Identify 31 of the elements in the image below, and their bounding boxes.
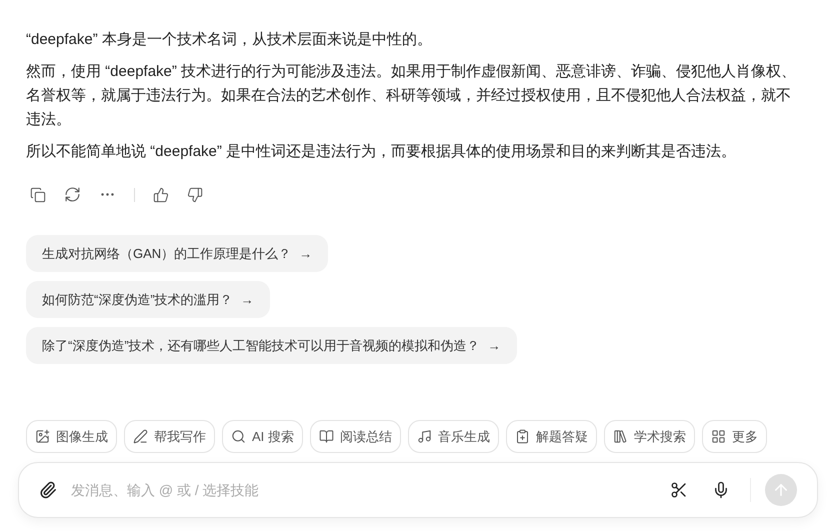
skill-button[interactable]: 学术搜索 (604, 420, 695, 453)
answer-paragraph: 所以不能简单地说 “deepfake” 是中性词还是违法行为，而要根据具体的使用场景和目的来判断其是否违法。 (26, 142, 738, 162)
search-icon (231, 429, 246, 444)
skill-button[interactable]: 阅读总结 (310, 420, 401, 453)
message-input[interactable]: 发消息、输入 @ 或 / 选择技能 (71, 480, 656, 500)
skill-button[interactable]: 图像生成 (26, 420, 117, 453)
refresh-icon[interactable] (64, 186, 81, 203)
skill-button[interactable]: 音乐生成 (408, 420, 499, 453)
music-icon (416, 429, 432, 444)
microphone-icon[interactable] (712, 481, 730, 499)
pen-icon (133, 429, 148, 444)
skill-button[interactable]: 解题答疑 (506, 420, 597, 453)
image-icon (35, 429, 50, 444)
suggestion-chip[interactable]: 生成对抗网络（GAN）的工作原理是什么？ → (26, 235, 328, 272)
message-field[interactable]: 发消息、输入 @ 或 / 选择技能 (18, 462, 818, 518)
skill-button[interactable]: 帮我写作 (124, 420, 215, 453)
skill-button[interactable]: 更多 (702, 420, 767, 453)
thumbs-down-icon[interactable] (187, 186, 203, 202)
books-icon (612, 429, 628, 444)
thumbs-up-icon[interactable] (153, 186, 169, 202)
skill-button[interactable]: AI 搜索 (222, 420, 303, 453)
suggestion-chip[interactable]: 除了“深度伪造”技术，还有哪些人工智能技术可以用于音视频的模拟和伪造？ → (26, 327, 517, 364)
paperclip-icon[interactable] (39, 481, 57, 499)
grid-icon (710, 429, 726, 444)
copy-icon[interactable] (30, 186, 46, 202)
answer-paragraph: 然而，使用 “deepfake” 技术进行的行为可能涉及违法。如果用于制作虚假新闻、恶意诽谤、诈骗、侵犯他人肖像权、名誉权等，就属于违法行为。如果在合法的艺术创作、科研等领域，并经过授权使用，且不侵犯他人合法权益，就不违法。 (26, 62, 798, 130)
clipboard-icon (514, 429, 530, 444)
book-icon (318, 429, 334, 444)
scissors-icon[interactable] (670, 481, 688, 499)
suggestion-chip[interactable]: 如何防范“深度伪造”技术的滥用？ → (26, 281, 270, 318)
answer-paragraph: “deepfake” 本身是一个技术名词，从技术层面来说是中性的。 (26, 30, 433, 50)
